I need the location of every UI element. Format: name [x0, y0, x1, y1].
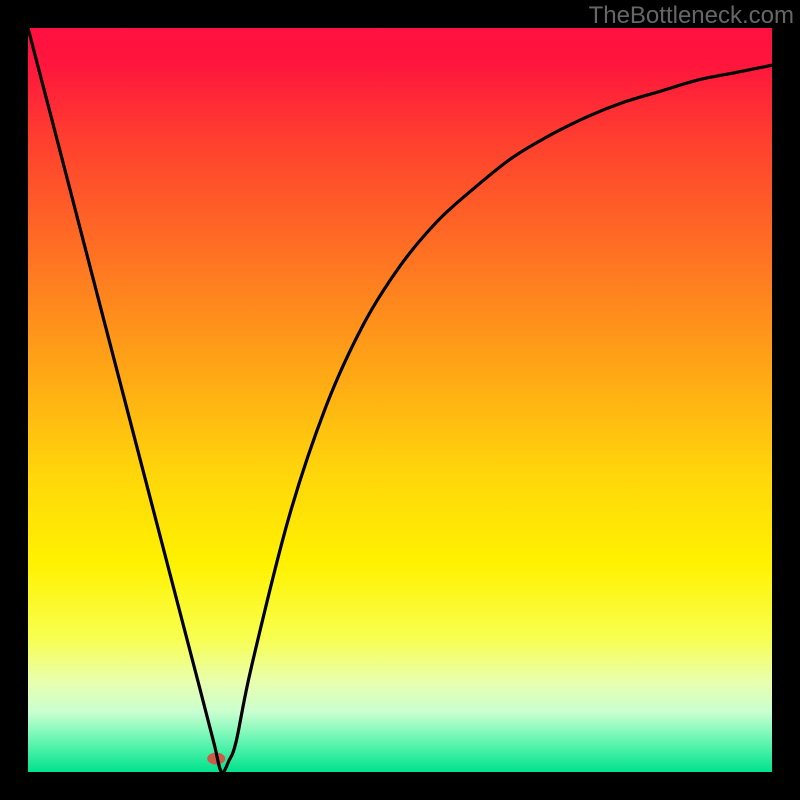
bottleneck-chart: [0, 0, 800, 800]
chart-container: TheBottleneck.com: [0, 0, 800, 800]
gradient-background: [28, 28, 772, 772]
watermark-text: TheBottleneck.com: [589, 2, 794, 30]
